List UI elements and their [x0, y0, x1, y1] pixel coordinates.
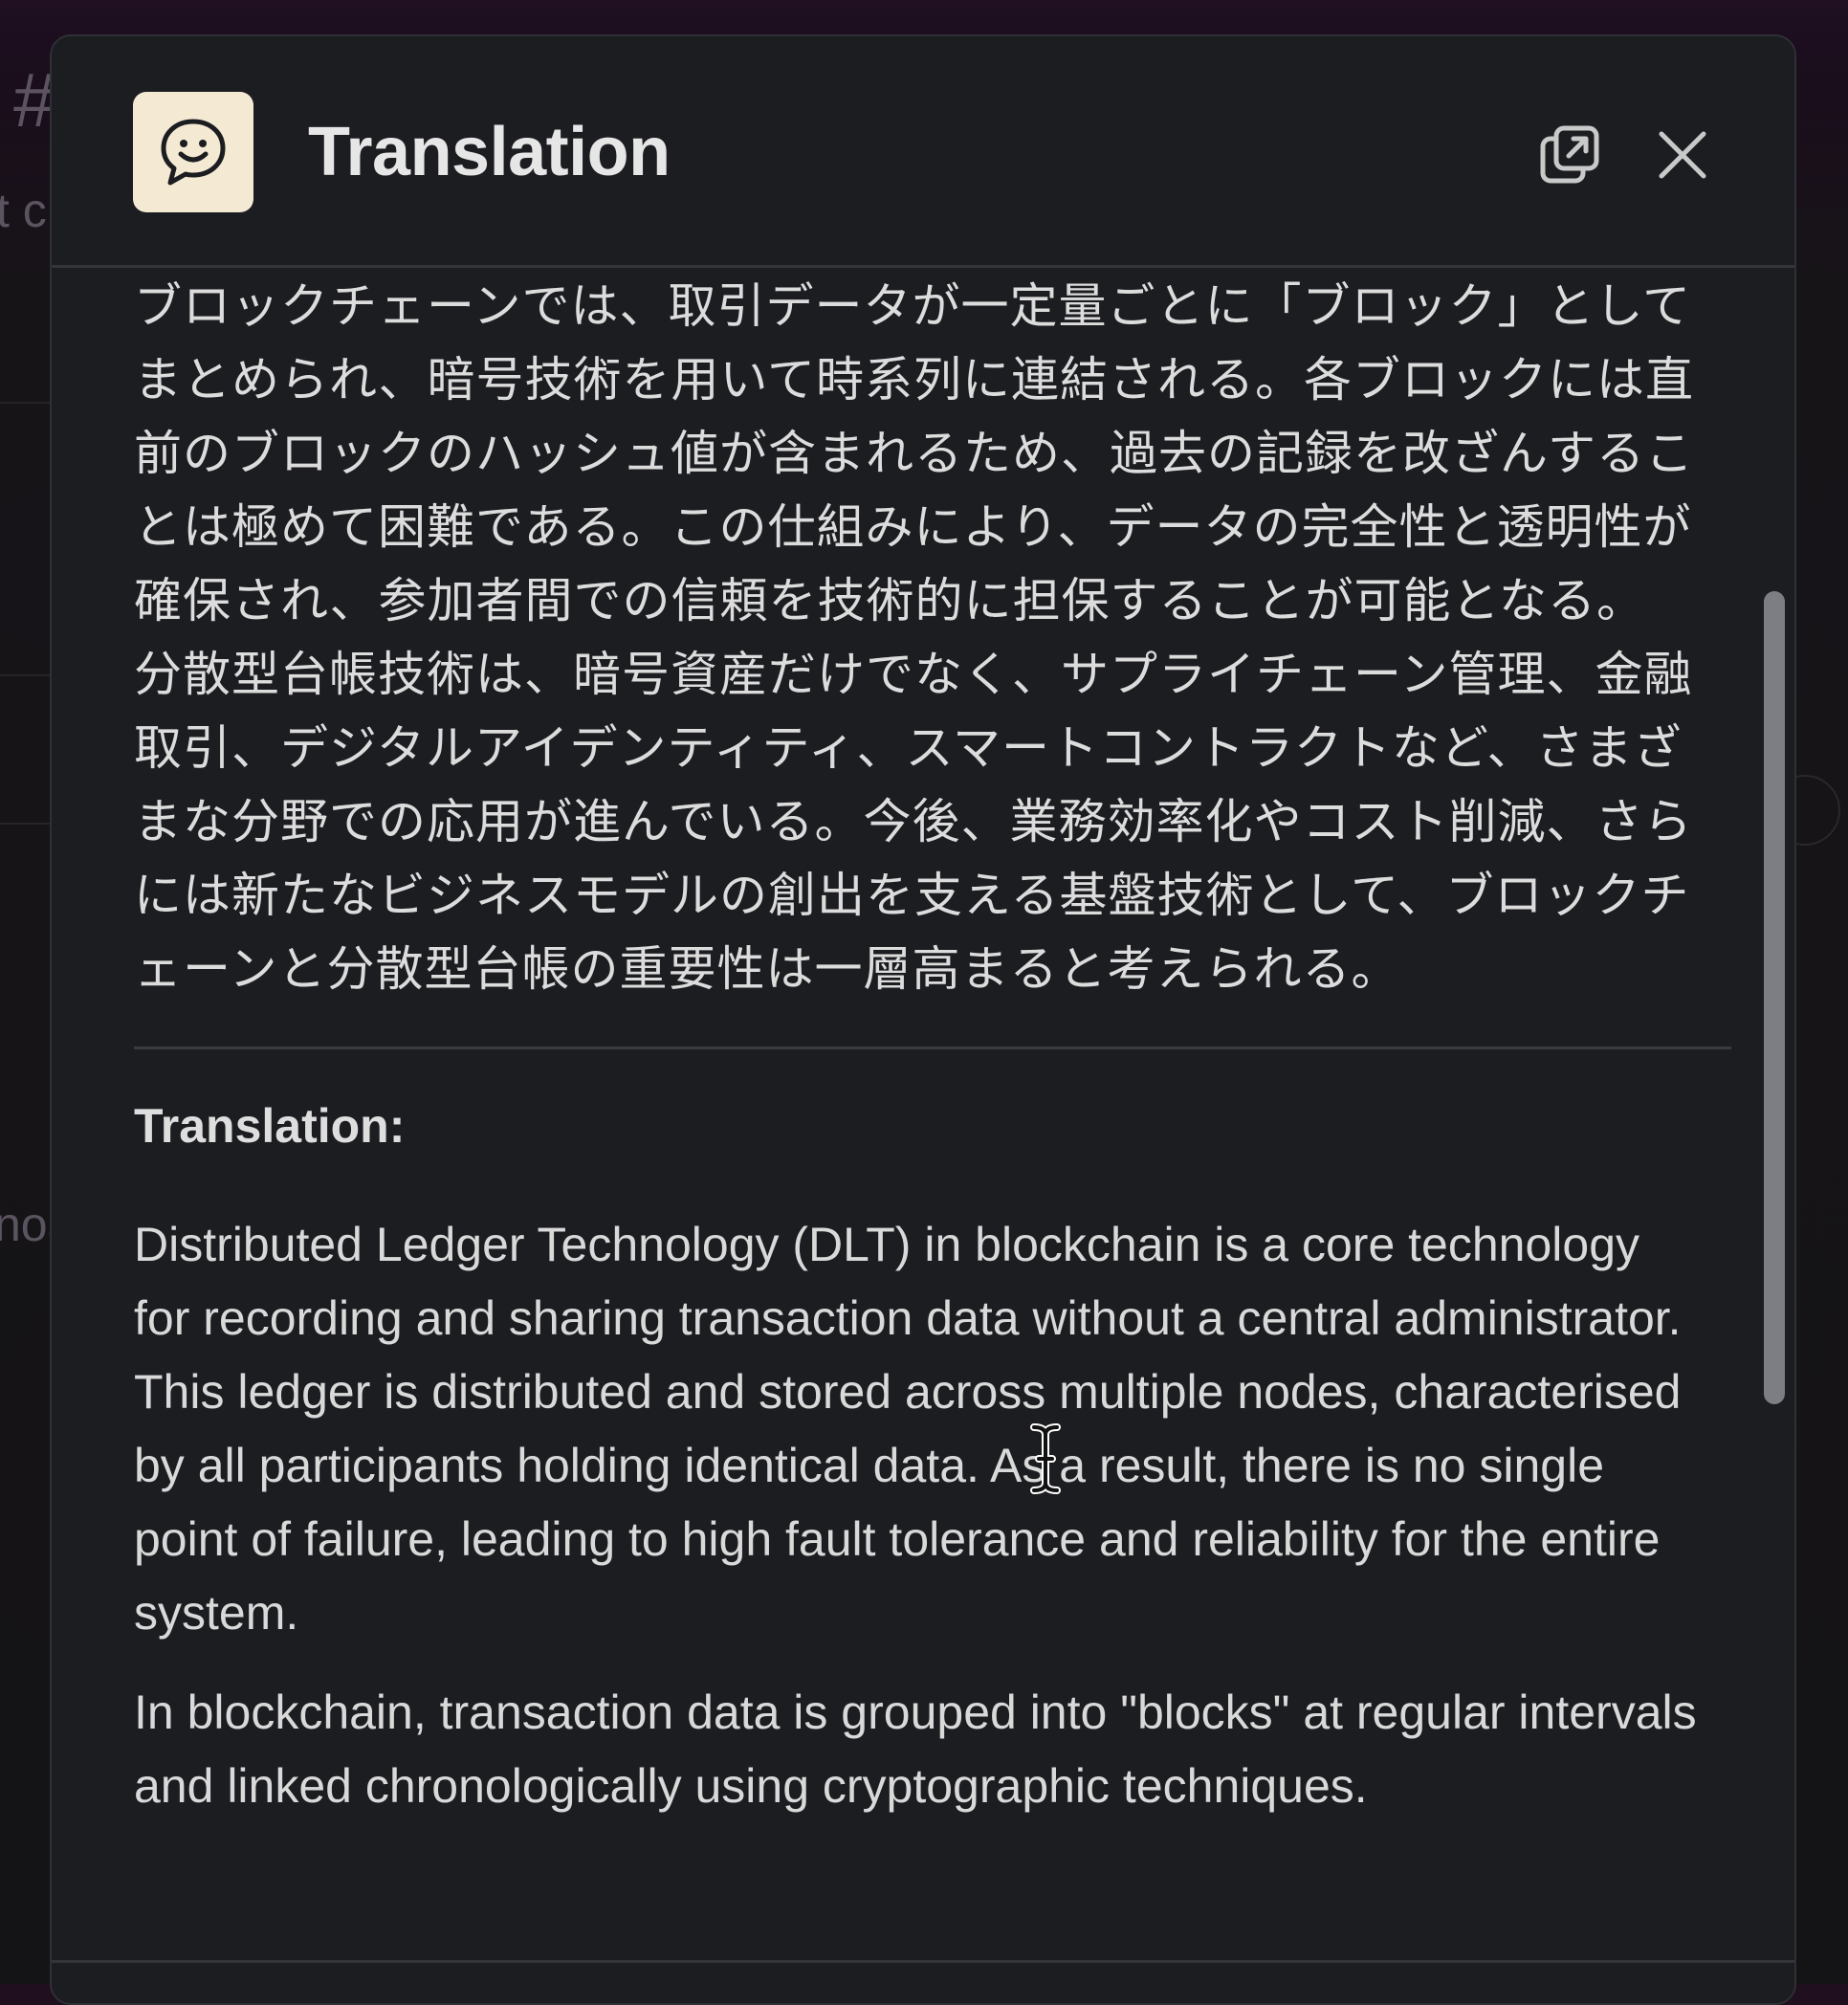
- app-icon: [133, 92, 253, 212]
- original-paragraph: 分散型台帳技術は、暗号資産だけでなく、サプライチェーン管理、金融取引、デジタルア…: [134, 647, 1693, 997]
- translation-paragraph: Distributed Ledger Technology (DLT) in b…: [134, 1218, 1682, 1640]
- background-divider: [0, 823, 52, 825]
- close-icon: [1659, 131, 1706, 179]
- translation-modal: Translation い。 ブロックチェーンでは、取引データが一定量ごとに「ブ…: [50, 34, 1796, 2005]
- translation-paragraph: In blockchain, transaction data is group…: [134, 1686, 1697, 1813]
- smiley-chat-icon: [161, 119, 226, 186]
- scrollbar-thumb[interactable]: [1764, 591, 1785, 1404]
- modal-header: Translation: [52, 36, 1794, 268]
- popout-icon: [1540, 125, 1599, 184]
- modal-title: Translation: [308, 114, 671, 190]
- background-divider: [0, 674, 52, 676]
- translation-label: Translation:: [134, 1099, 406, 1153]
- popout-button[interactable]: [1532, 117, 1609, 193]
- original-paragraph: ブロックチェーンでは、取引データが一定量ごとに「ブロック」としてまとめられ、暗号…: [134, 278, 1694, 628]
- modal-body[interactable]: い。 ブロックチェーンでは、取引データが一定量ごとに「ブロック」としてまとめられ…: [52, 265, 1794, 1960]
- background-text-fragment: t c: [0, 184, 47, 237]
- section-divider: [134, 1047, 1731, 1049]
- text-cursor-icon: [1030, 1423, 1061, 1494]
- message-content: い。 ブロックチェーンでは、取引データが一定量ごとに「ブロック」としてまとめられ…: [134, 265, 1731, 1849]
- close-button[interactable]: [1644, 117, 1721, 193]
- scrollbar[interactable]: [1764, 553, 1785, 1414]
- background-divider: [0, 402, 52, 404]
- modal-footer: [52, 1960, 1794, 2003]
